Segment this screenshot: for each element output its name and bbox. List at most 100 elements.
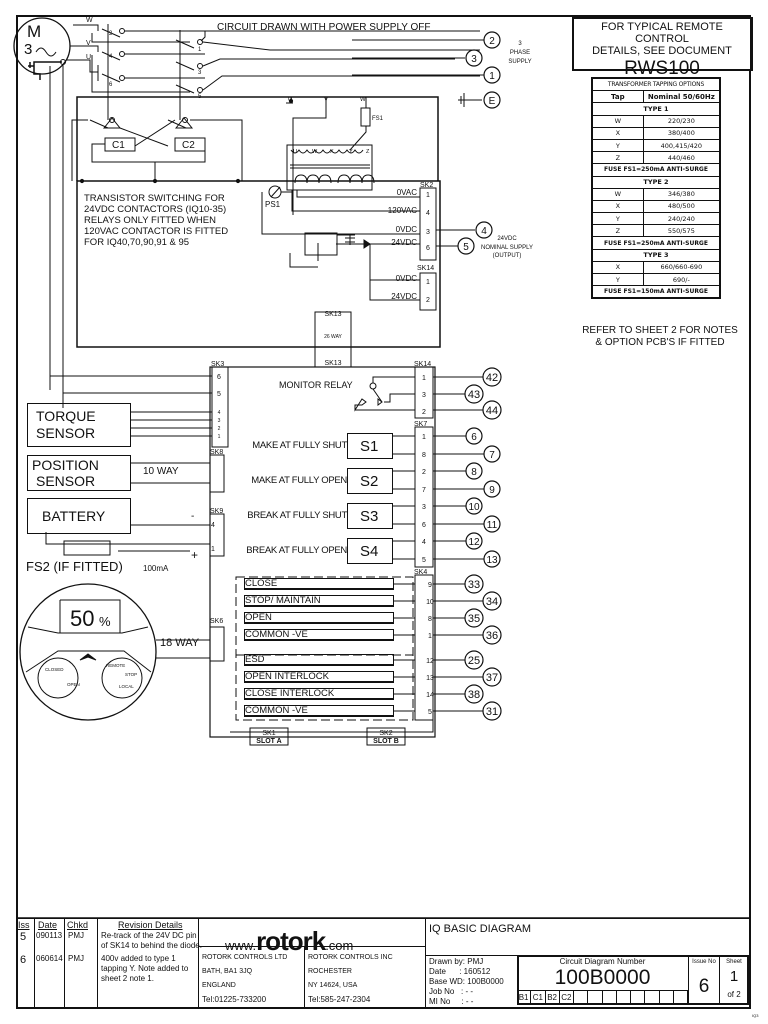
switch-description: BREAK AT FULLY OPEN [246, 545, 347, 556]
knob-label: LOCAL [119, 684, 134, 689]
fuse-fs2 [63, 540, 111, 556]
nominal-supply-label: (OUTPUT) [493, 253, 522, 259]
table-row: Z 550/575 [591, 224, 721, 238]
motor-label: M [27, 22, 41, 41]
nominal-cell: 660/660-690 [642, 260, 721, 275]
sk3-pin: 1 [218, 434, 221, 440]
sk8-label: SK8 [210, 449, 223, 456]
switch-description: MAKE AT FULLY OPEN [251, 475, 347, 486]
nominal-cell: 440/460 [642, 151, 721, 165]
slot-b-sk: SK2 [379, 730, 392, 737]
transformer-input: U [288, 97, 292, 103]
switch-name: S3 [360, 508, 379, 525]
table-header: Nominal 50/60Hz [642, 90, 721, 104]
table-row: X 480/500 [591, 199, 721, 214]
grid-cell [631, 991, 646, 1004]
sk2-label: SK2 [420, 182, 433, 189]
terminal-number: 5 [463, 242, 469, 253]
torque-sensor-label: SENSOR [36, 425, 96, 441]
terminal-number: 13 [486, 555, 498, 566]
us-address: ROTORK CONTROLS INC ROCHESTER NY 14624, … [308, 951, 393, 1007]
position-cable-label: 10 WAY [143, 466, 179, 477]
tap-cell: X [591, 126, 644, 140]
sk14-pin-name: 24VDC [391, 292, 417, 301]
input-label: OPEN INTERLOCK [245, 671, 329, 682]
table-row: X 660/660-690 [591, 260, 721, 275]
motor-terminal-u: U [86, 54, 91, 61]
torque-sensor-box: TORQUE SENSOR [27, 403, 131, 447]
sk7-pin: 5 [422, 557, 426, 564]
sk7-pin: 3 [422, 504, 426, 511]
fuse-note: FUSE FS1=250mA ANTI-SURGE [591, 236, 721, 250]
address-line: Tel:01225-733200 [202, 995, 267, 1004]
terminal-number: 36 [486, 630, 498, 642]
sk4-label: SK4 [414, 569, 427, 576]
issue-label: Issue No [692, 959, 716, 965]
table-row: Y 400,415/420 [591, 138, 721, 153]
coil-c2-label: C2 [182, 140, 195, 151]
terminal-number: 43 [468, 389, 480, 401]
nominal-supply-label: NOMINAL SUPPLY [481, 245, 533, 251]
sk4-pin: 10 [426, 599, 434, 606]
nominal-cell: 240/240 [642, 212, 721, 226]
knob-label: STOP [125, 672, 137, 677]
terminal-number: 35 [468, 613, 480, 625]
nominal-cell: 400,415/420 [642, 138, 721, 153]
rev-date: 060614 [36, 954, 63, 963]
battery-minus: - [191, 511, 194, 522]
title-block: Iss Date Chkd Revision Details 5 090113 PM… [16, 918, 750, 1008]
rev-detail: of SK14 to behind the diode. [101, 941, 202, 950]
fs2-rating: 100mA [143, 564, 169, 573]
sk4-pin: 9 [428, 582, 432, 589]
table-row: X 380/400 [591, 126, 721, 140]
transformer-input: W [360, 97, 366, 103]
sk2-pin-name: 0VAC [397, 188, 418, 197]
fuse-note: FUSE FS1=150mA ANTI-SURGE [591, 285, 721, 299]
sk9-pin: 4 [211, 522, 215, 529]
table-row: TYPE 3 [591, 248, 721, 262]
motor-terminal-w: W [86, 17, 93, 24]
sk3-pin: 2 [218, 426, 221, 432]
switch-s3: S3 [347, 503, 393, 529]
tap-cell: W [591, 187, 644, 201]
terminal-number: 42 [486, 372, 498, 384]
switch-s4: S4 [347, 538, 393, 564]
slot-a-label: SLOT A [256, 738, 281, 745]
terminal-number: 4 [481, 226, 487, 237]
tap-cell: Y [591, 138, 644, 153]
position-sensor-label: SENSOR [36, 473, 96, 489]
grid-cell: C1 [531, 991, 546, 1004]
circuit-diagram-sheet: 2 3 1 E 4 5 42 43 44 1 8 6 7 2 7 8 9 3 6 10 11 4 5 12 13 9 33 10 34 8… [0, 0, 768, 1024]
monitor-relay-label: MONITOR RELAY [279, 380, 353, 390]
table-row: Y 240/240 [591, 212, 721, 226]
rev-detail: Re-track of the 24V DC pin [101, 931, 197, 940]
knob-label: CLOSED [45, 667, 64, 672]
rev-header-iss: Iss [18, 920, 30, 930]
fuse-fs1-label: FS1 [372, 116, 384, 122]
grid-cell [603, 991, 617, 1004]
sk6-label: SK6 [210, 618, 223, 625]
tap-label: W [312, 149, 318, 155]
nominal-cell: 380/400 [642, 126, 721, 140]
sk4-pin: 5 [428, 709, 432, 716]
mi-no: MI No : - - [429, 997, 474, 1006]
tap-label: X [330, 149, 334, 155]
supply-label: PHASE [510, 50, 530, 56]
switch-wire [393, 435, 415, 455]
refer-note-line: & OPTION PCB'S IF FITTED [595, 337, 725, 348]
sheet-label: Sheet [726, 959, 742, 965]
contact-label: 3 [198, 70, 202, 76]
position-sensor-label: POSITION [32, 457, 99, 473]
switch-wire [393, 505, 415, 525]
circuit-diagram-number: 100B0000 [554, 966, 651, 989]
table-row: Y 690/- [591, 272, 721, 287]
ps1-label: PS1 [265, 200, 281, 209]
nominal-cell: 480/500 [642, 199, 721, 214]
tap-label: U [293, 149, 297, 155]
remote-note-line: DETAILS, SEE DOCUMENT [592, 45, 732, 57]
sk14-pin: 3 [422, 392, 426, 399]
earth-icon [458, 93, 482, 107]
sk3-pin: 4 [218, 410, 221, 416]
grid-cell [645, 991, 660, 1004]
knob-label: REMOTE [106, 663, 125, 668]
